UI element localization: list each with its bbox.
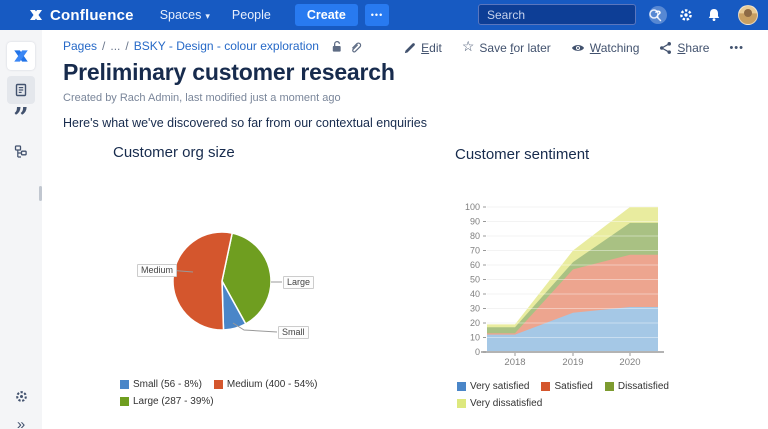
settings-button[interactable]	[678, 7, 694, 23]
breadcrumb: Pages / ... / BSKY - Design - colour exp…	[63, 39, 362, 53]
svg-text:2019: 2019	[562, 357, 583, 368]
create-button[interactable]: Create	[294, 4, 358, 26]
top-navbar: Confluence Spaces ▾ People Create ••• ?	[0, 0, 768, 30]
bell-icon	[708, 9, 720, 21]
page-more-button[interactable]: •••	[729, 42, 744, 54]
left-sidebar: ” »	[0, 30, 42, 429]
legend-item: Dissatisfied	[604, 381, 669, 392]
document-icon	[15, 83, 27, 97]
pie-chart-legend: Small (56 - 8%) Medium (400 - 54%) Large…	[120, 376, 318, 410]
breadcrumb-pages-link[interactable]: Pages	[63, 39, 97, 53]
confluence-home-link[interactable]: Confluence	[28, 7, 134, 24]
confluence-logo-icon	[14, 50, 28, 62]
help-button[interactable]: ?	[649, 6, 667, 24]
svg-text:50: 50	[470, 275, 480, 285]
legend-swatch	[457, 399, 466, 408]
unlock-icon[interactable]	[330, 40, 343, 53]
svg-text:80: 80	[470, 231, 480, 241]
double-chevron-right-icon: »	[16, 415, 26, 429]
nav-people-link[interactable]: People	[232, 8, 271, 22]
page-byline: Created by Rach Admin, last modified jus…	[63, 92, 341, 104]
area-chart-legend: Very satisfied Satisfied Dissatisfied Ve…	[457, 378, 669, 412]
svg-text:20: 20	[470, 318, 480, 328]
svg-text:0: 0	[475, 347, 480, 357]
svg-text:90: 90	[470, 217, 480, 227]
svg-text:60: 60	[470, 260, 480, 270]
question-icon: ?	[654, 9, 662, 21]
user-avatar[interactable]	[738, 5, 758, 25]
legend-item: Small (56 - 8%)	[120, 379, 202, 390]
save-for-later-button[interactable]: ☆ Save for later	[461, 38, 551, 56]
pie-label-large: Large	[283, 276, 315, 289]
sidebar-settings[interactable]	[7, 382, 35, 410]
legend-swatch	[457, 382, 466, 391]
eye-icon	[571, 44, 584, 51]
tree-icon	[14, 145, 27, 158]
search-box[interactable]	[478, 4, 662, 25]
area-chart-title: Customer sentiment	[455, 146, 590, 163]
nav-more-button[interactable]: •••	[364, 4, 390, 26]
watching-button[interactable]: Watching	[571, 41, 639, 55]
sidebar-expand-button[interactable]: »	[7, 410, 35, 429]
pie-label-medium: Medium	[137, 264, 178, 277]
breadcrumb-space-link[interactable]: BSKY - Design - colour exploration	[134, 39, 319, 53]
legend-swatch	[213, 380, 223, 389]
page-title: Preliminary customer research	[63, 59, 395, 85]
sidebar-resize-handle[interactable]	[39, 186, 42, 201]
pie-label-small: Small	[278, 326, 309, 339]
legend-item: Medium (400 - 54%)	[213, 379, 318, 390]
sidebar-item-page-tree[interactable]	[7, 138, 35, 166]
legend-item: Large (287 - 39%)	[120, 396, 214, 407]
page-actions: Edit ☆ Save for later Watching Share •••	[403, 38, 744, 56]
breadcrumb-ellipsis[interactable]: ...	[110, 39, 120, 53]
sidebar-confluence-logo[interactable]	[7, 42, 35, 70]
svg-text:10: 10	[470, 333, 480, 343]
sidebar-item-blogs[interactable]: ”	[7, 103, 35, 136]
svg-text:30: 30	[470, 304, 480, 314]
app-title: Confluence	[50, 6, 134, 24]
svg-text:40: 40	[470, 289, 480, 299]
legend-swatch	[120, 380, 129, 389]
legend-swatch	[604, 382, 614, 391]
legend-swatch	[541, 382, 551, 391]
nav-spaces-menu[interactable]: Spaces ▾	[160, 8, 210, 22]
share-button[interactable]: Share	[659, 41, 709, 55]
svg-text:2018: 2018	[504, 357, 525, 368]
notifications-button[interactable]	[706, 7, 722, 23]
star-icon: ☆	[461, 38, 475, 54]
quote-icon: ”	[13, 103, 29, 134]
breadcrumb-separator: /	[102, 39, 106, 53]
sidebar-item-pages[interactable]	[7, 76, 35, 104]
confluence-window: Confluence Spaces ▾ People Create ••• ?	[0, 0, 768, 429]
gear-icon	[680, 9, 692, 21]
svg-text:2020: 2020	[619, 357, 640, 368]
chevron-down-icon: ▾	[205, 10, 210, 21]
share-icon	[660, 41, 672, 54]
edit-button[interactable]: Edit	[403, 41, 442, 55]
intro-text: Here's what we've discovered so far from…	[63, 116, 427, 130]
confluence-logo-icon	[30, 10, 42, 20]
legend-item: Very satisfied	[457, 381, 529, 392]
breadcrumb-separator: /	[125, 39, 129, 53]
legend-swatch	[120, 397, 129, 406]
paperclip-icon[interactable]	[349, 40, 362, 53]
svg-text:100: 100	[465, 202, 480, 212]
legend-item: Very dissatisfied	[457, 398, 542, 409]
svg-text:70: 70	[470, 246, 480, 256]
gear-icon	[15, 390, 27, 402]
area-chart: 0 10 20 30 40 50 60 70 80 90 100 2018 2019 2020	[465, 202, 664, 368]
search-input[interactable]	[479, 7, 648, 22]
legend-item: Satisfied	[541, 381, 593, 392]
pencil-icon	[404, 43, 416, 54]
pie-chart-title: Customer org size	[113, 144, 235, 161]
